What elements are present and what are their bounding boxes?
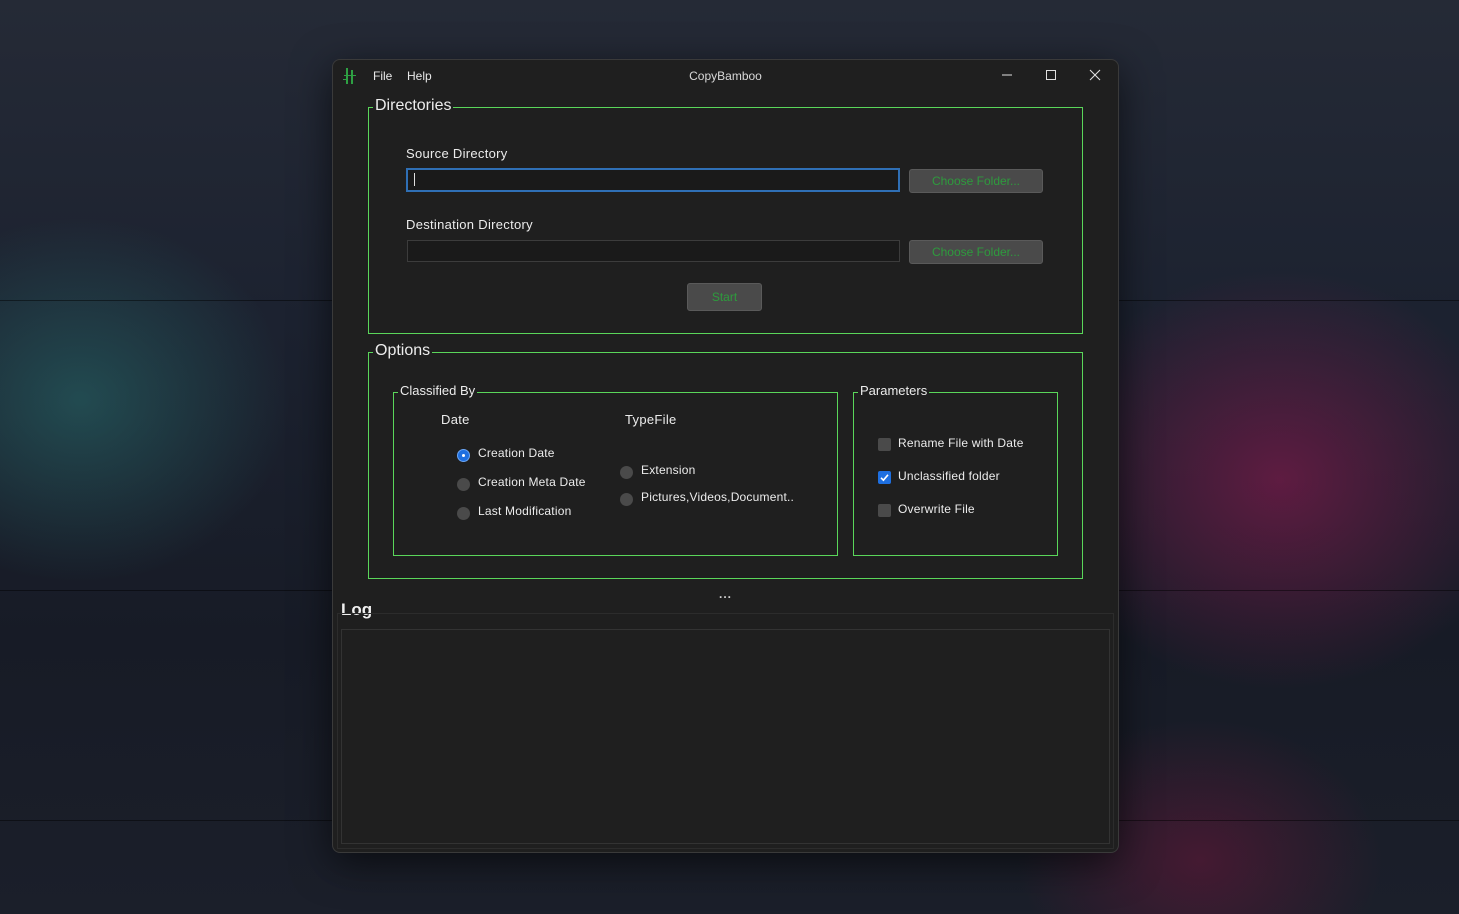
parameters-title: Parameters bbox=[858, 383, 930, 398]
classified-by-title: Classified By bbox=[398, 383, 478, 398]
unclassified-folder-label[interactable]: Unclassified folder bbox=[898, 469, 1000, 483]
last-modification-label[interactable]: Last Modification bbox=[478, 504, 571, 518]
creation-date-label[interactable]: Creation Date bbox=[478, 446, 555, 460]
maximize-button[interactable] bbox=[1029, 60, 1073, 90]
extension-radio[interactable] bbox=[620, 466, 633, 479]
title-bar[interactable]: File Help CopyBamboo bbox=[333, 60, 1118, 92]
rename-file-with-date-checkbox[interactable] bbox=[878, 438, 891, 451]
last-modification-radio[interactable] bbox=[457, 507, 470, 520]
source-directory-label: Source Directory bbox=[406, 146, 508, 161]
splitter-handle[interactable]: ... bbox=[333, 587, 1118, 601]
rename-file-with-date-label[interactable]: Rename File with Date bbox=[898, 436, 1024, 450]
minimize-button[interactable] bbox=[985, 60, 1029, 90]
minimize-icon bbox=[1002, 74, 1012, 76]
overwrite-file-checkbox[interactable] bbox=[878, 504, 891, 517]
source-directory-input[interactable] bbox=[406, 168, 900, 192]
directories-title: Directories bbox=[373, 97, 454, 114]
text-caret bbox=[414, 173, 415, 186]
destination-directory-input[interactable] bbox=[407, 240, 900, 262]
creation-meta-date-label[interactable]: Creation Meta Date bbox=[478, 475, 586, 489]
overwrite-file-label[interactable]: Overwrite File bbox=[898, 502, 975, 516]
maximize-icon bbox=[1046, 70, 1056, 80]
pictures-videos-document-label[interactable]: Pictures,Videos,Document.. bbox=[641, 490, 794, 504]
options-title: Options bbox=[373, 342, 433, 359]
date-heading: Date bbox=[441, 412, 470, 427]
extension-label[interactable]: Extension bbox=[641, 463, 696, 477]
start-button[interactable]: Start bbox=[687, 283, 762, 311]
log-output[interactable] bbox=[341, 629, 1110, 844]
source-choose-folder-button[interactable]: Choose Folder... bbox=[909, 169, 1043, 193]
pictures-videos-document-radio[interactable] bbox=[620, 493, 633, 506]
destination-directory-label: Destination Directory bbox=[406, 217, 533, 232]
creation-meta-date-radio[interactable] bbox=[457, 478, 470, 491]
close-button[interactable] bbox=[1073, 60, 1117, 90]
checkmark-icon bbox=[880, 474, 889, 482]
destination-choose-folder-button[interactable]: Choose Folder... bbox=[909, 240, 1043, 264]
typefile-heading: TypeFile bbox=[625, 412, 677, 427]
app-window: File Help CopyBamboo Directories Source … bbox=[332, 59, 1119, 853]
close-icon bbox=[1089, 69, 1101, 81]
unclassified-folder-checkbox[interactable] bbox=[878, 471, 891, 484]
creation-date-radio[interactable] bbox=[457, 449, 470, 462]
